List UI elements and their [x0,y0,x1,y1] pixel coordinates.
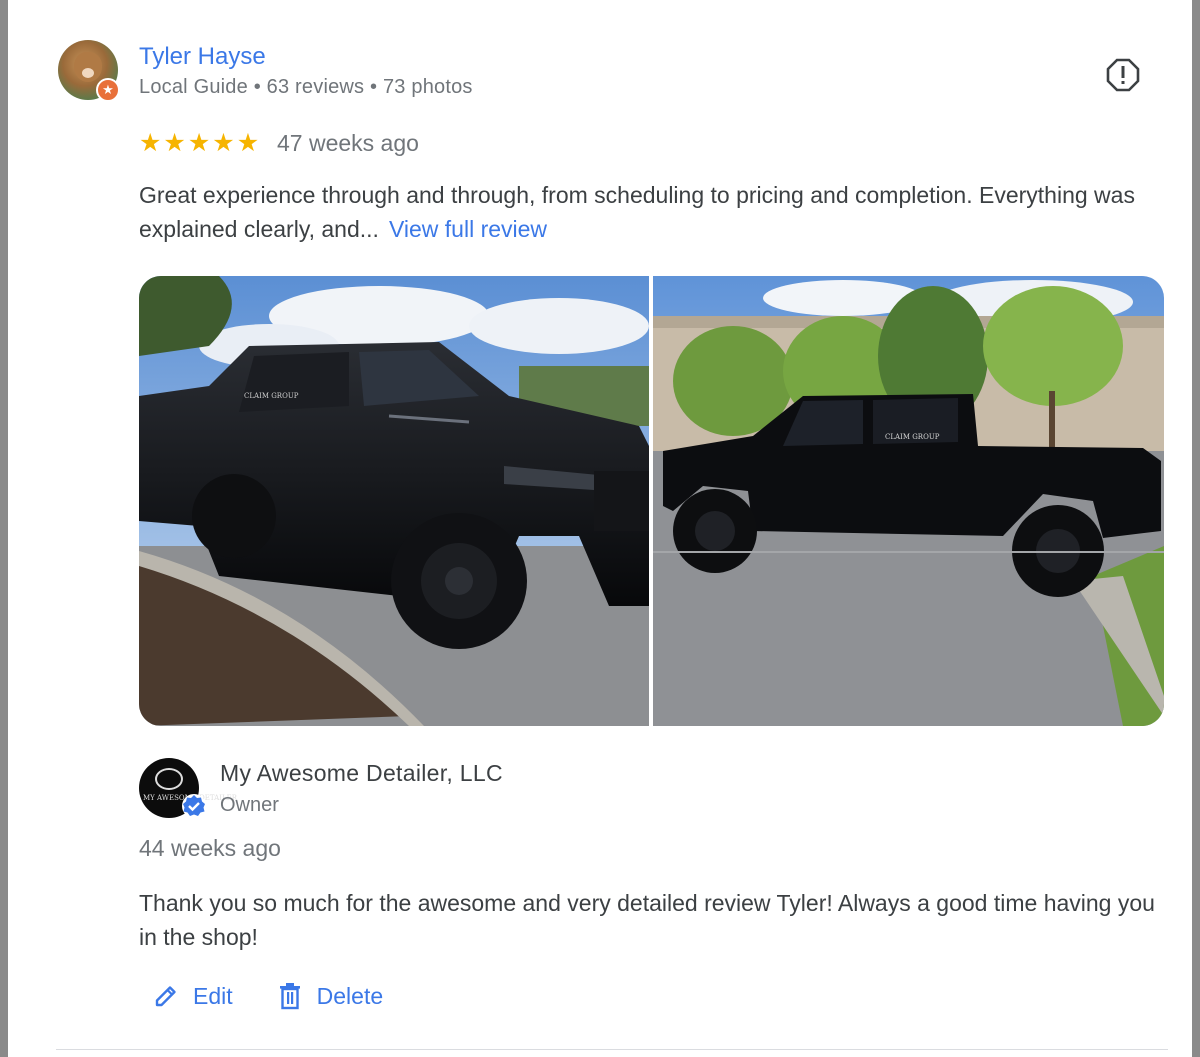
star-icon: ★ [139,129,162,157]
owner-name: My Awesome Detailer, LLC [220,760,503,786]
review-time: 47 weeks ago [277,130,419,156]
avatar-dog-muzzle [82,68,94,78]
reply-text: Thank you so much for the awesome and ve… [139,890,1155,950]
local-guide-star-icon: ★ [96,78,120,102]
star-rating: ★ ★ ★ ★ ★ [139,130,259,156]
delete-button[interactable]: Delete [277,982,383,1010]
review-photos: CLAIM GROUP CLAIM GROUP [139,276,1164,726]
verified-check-icon [181,793,207,819]
photo-1-door-label: CLAIM GROUP [244,392,299,400]
delete-label: Delete [316,982,384,1009]
star-icon: ★ [236,129,260,157]
divider [56,1049,1168,1050]
review-text: Great experience through and through, fr… [139,178,1164,246]
photo-2-door-label: CLAIM GROUP [885,433,940,441]
edit-button[interactable]: Edit [153,982,233,1010]
star-icon: ★ [163,129,186,157]
window-frame: ★ Tyler Hayse Local Guide • 63 reviews •… [0,0,1200,1057]
reply-actions: Edit Delete [153,982,383,1010]
owner-logo-emblem [155,768,183,790]
view-full-review-link[interactable]: View full review [389,216,547,242]
pencil-icon [153,983,179,1009]
review-photo-2[interactable]: CLAIM GROUP [653,276,1164,726]
review-card: ★ Tyler Hayse Local Guide • 63 reviews •… [56,0,1168,1057]
reply-time: 44 weeks ago [139,835,281,861]
reviewer-meta: Local Guide • 63 reviews • 73 photos [139,76,473,98]
trash-icon [277,982,303,1010]
review-photo-1[interactable]: CLAIM GROUP [139,276,649,726]
report-icon[interactable] [1106,58,1140,92]
star-icon: ★ [212,129,235,157]
review-body: Great experience through and through, fr… [139,182,1135,242]
star-icon: ★ [187,129,211,157]
reviewer-avatar[interactable]: ★ [58,40,120,102]
edit-label: Edit [193,982,233,1009]
owner-role: Owner [220,794,279,816]
reviewer-name[interactable]: Tyler Hayse [139,43,266,71]
